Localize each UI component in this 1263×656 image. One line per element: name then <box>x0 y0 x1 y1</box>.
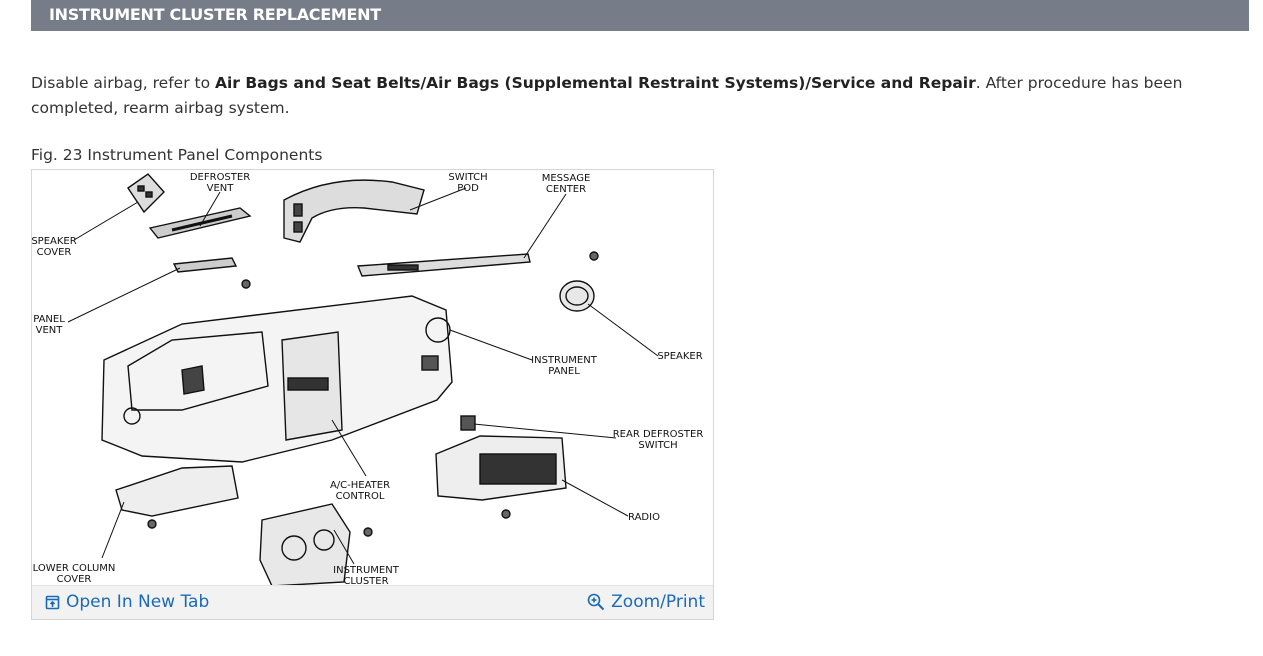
lower-column-screw <box>147 519 157 529</box>
figure-footer: Open In New Tab Zoom/Print <box>32 585 713 619</box>
instrument-panel-part <box>101 295 453 463</box>
label-rear-defroster-switch-1: REAR DEFROSTER <box>613 429 704 440</box>
label-panel-vent-1: PANEL <box>33 314 65 325</box>
instruction-paragraph: Disable airbag, refer to Air Bags and Se… <box>31 71 1256 121</box>
label-speaker-cover-1: SPEAKER <box>32 236 77 247</box>
message-center-part <box>356 253 531 277</box>
rear-defroster-switch-part <box>460 415 476 431</box>
switch-pod-part <box>283 179 425 243</box>
label-defroster-vent-1: DEFROSTER <box>190 172 250 183</box>
defroster-vent-part <box>148 207 252 239</box>
label-ac-heater-control-1: A/C-HEATER <box>330 480 390 491</box>
label-lower-column-cover-2: COVER <box>57 574 92 585</box>
open-in-new-tab-icon <box>45 595 60 609</box>
panel-screw <box>241 279 251 289</box>
lower-column-cover-part <box>115 465 239 517</box>
label-speaker: SPEAKER <box>657 351 702 362</box>
radio-part <box>435 435 567 501</box>
label-rear-defroster-switch-2: SWITCH <box>638 440 677 451</box>
zoom-print-label: Zoom/Print <box>611 592 705 612</box>
label-defroster-vent-2: VENT <box>207 183 235 194</box>
cluster-screw <box>363 527 373 537</box>
label-panel-vent-2: VENT <box>36 325 64 336</box>
label-switch-pod-2: POD <box>457 183 479 194</box>
instrument-panel-diagram[interactable]: DEFROSTER VENT SWITCH POD MESSAGE CENTER… <box>32 170 713 586</box>
figure-container: DEFROSTER VENT SWITCH POD MESSAGE CENTER… <box>31 169 714 620</box>
label-ac-heater-control-2: CONTROL <box>336 491 385 502</box>
figure-caption: Fig. 23 Instrument Panel Components <box>31 146 323 164</box>
airbag-procedure-link[interactable]: Air Bags and Seat Belts/Air Bags (Supple… <box>215 74 976 92</box>
label-lower-column-cover-1: LOWER COLUMN <box>33 563 116 574</box>
instruction-prefix: Disable airbag, refer to <box>31 74 215 92</box>
open-in-new-tab-label: Open In New Tab <box>66 592 210 612</box>
label-radio: RADIO <box>628 512 660 523</box>
zoom-in-icon <box>587 593 605 611</box>
panel-vent-part <box>172 257 238 273</box>
speaker-cover-part <box>127 173 165 214</box>
label-message-center-1: MESSAGE <box>542 173 591 184</box>
label-message-center-2: CENTER <box>546 184 586 195</box>
section-header: INSTRUMENT CLUSTER REPLACEMENT <box>31 0 1249 31</box>
radio-screw <box>501 509 511 519</box>
speaker-screw <box>589 251 599 261</box>
open-in-new-tab-link[interactable]: Open In New Tab <box>45 592 209 612</box>
label-switch-pod-1: SWITCH <box>448 172 487 183</box>
label-instrument-panel-2: PANEL <box>548 366 580 377</box>
label-instrument-cluster-1: INSTRUMENT <box>333 565 400 576</box>
label-speaker-cover-2: COVER <box>37 247 72 258</box>
label-instrument-panel-1: INSTRUMENT <box>531 355 598 366</box>
section-title: INSTRUMENT CLUSTER REPLACEMENT <box>49 5 381 24</box>
zoom-print-link[interactable]: Zoom/Print <box>587 592 705 612</box>
speaker-part <box>559 280 595 312</box>
